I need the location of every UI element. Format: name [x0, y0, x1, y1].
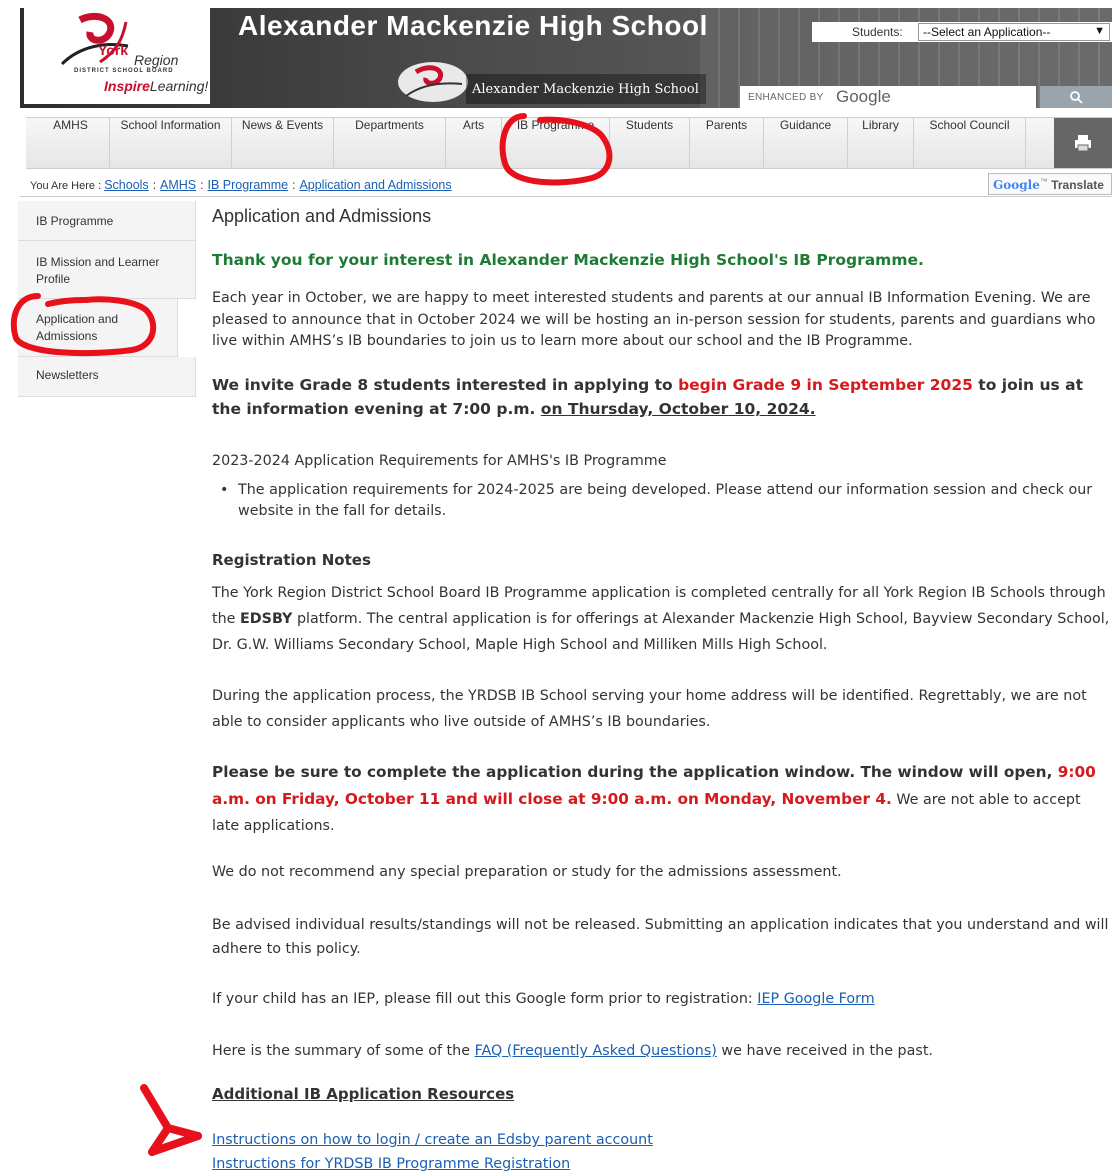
faq-text-a: Here is the summary of some of the: [212, 1043, 475, 1059]
breadcrumb-inner: You Are Here : Schools: AMHS: IB Programme…: [30, 178, 452, 192]
iep-google-form-link[interactable]: IEP Google Form: [757, 991, 874, 1007]
students-select-value: --Select an Application--: [923, 25, 1051, 39]
breadcrumb-sep: :: [200, 178, 204, 192]
invite-red-text: begin Grade 9 in September 2025: [678, 376, 973, 394]
main-nav: AMHS School Information News & Events De…: [26, 117, 1112, 169]
logo-inspire-rest: Learning!: [149, 78, 209, 94]
breadcrumb-prefix: You Are Here :: [30, 180, 102, 192]
print-button[interactable]: [1054, 118, 1112, 168]
nav-news-events[interactable]: News & Events: [232, 118, 334, 168]
students-label: Students:: [852, 25, 903, 39]
edsby-login-instructions-link[interactable]: Instructions on how to login / create an…: [212, 1132, 653, 1148]
nav-amhs[interactable]: AMHS: [32, 118, 110, 168]
site-header: York Region DISTRICT SCHOOL BOARD Inspir…: [0, 0, 1112, 108]
invite-text-a: We invite Grade 8 students interested in…: [212, 376, 679, 394]
breadcrumb-sep: :: [292, 178, 296, 192]
header-left-gap: [0, 0, 20, 108]
sidebar-item-ib-mission[interactable]: IB Mission and Learner Profile: [18, 241, 196, 299]
google-translate-button[interactable]: Google™ Translate: [988, 173, 1112, 195]
nav-students[interactable]: Students: [610, 118, 690, 168]
logo-district-text: DISTRICT SCHOOL BOARD: [74, 68, 174, 74]
printer-icon: [1075, 135, 1091, 152]
nav-departments[interactable]: Departments: [334, 118, 446, 168]
nav-ib-programme[interactable]: IB Programme: [502, 118, 610, 168]
no-prep-paragraph: We do not recommend any special preparat…: [212, 864, 842, 880]
resources-links: Instructions on how to login / create an…: [212, 1128, 1112, 1176]
nav-parents[interactable]: Parents: [690, 118, 764, 168]
requirements-title: 2023-2024 Application Requirements for A…: [212, 453, 667, 469]
breadcrumb-ib-programme[interactable]: IB Programme: [208, 178, 289, 192]
school-crest-swoosh-icon: [405, 65, 463, 97]
site-title[interactable]: Alexander Mackenzie High School: [238, 10, 708, 42]
registration-paragraph: The York Region District School Board IB…: [212, 580, 1112, 658]
registration-notes-heading: Registration Notes: [212, 551, 371, 569]
chevron-down-icon: ▼: [1094, 25, 1105, 37]
sidebar-item-newsletters[interactable]: Newsletters: [18, 357, 196, 397]
advised-paragraph: Be advised individual results/standings …: [212, 917, 1109, 957]
window-paragraph: Please be sure to complete the applicati…: [212, 759, 1112, 839]
iep-paragraph: If your child has an IEP, please fill ou…: [212, 989, 1112, 1011]
breadcrumb-sep: :: [152, 178, 157, 192]
ib-registration-instructions-link[interactable]: Instructions for YRDSB IB Programme Regi…: [212, 1156, 570, 1172]
search-icon: [1070, 91, 1083, 104]
sidebar: IB Programme IB Mission and Learner Prof…: [18, 201, 196, 397]
nav-arts[interactable]: Arts: [446, 118, 502, 168]
logo-inspire-text: InspireLearning!: [104, 78, 208, 94]
breadcrumb-application-admissions[interactable]: Application and Admissions: [299, 178, 451, 192]
window-text-a: Please be sure to complete the applicati…: [212, 763, 1058, 781]
students-application-select[interactable]: --Select an Application-- ▼: [918, 23, 1110, 41]
nav-library[interactable]: Library: [848, 118, 914, 168]
resources-heading: Additional IB Application Resources: [212, 1085, 515, 1103]
annotation-arrow-icon: [140, 1084, 202, 1156]
search-enhanced-by: ENHANCED BY: [748, 92, 824, 103]
thanks-heading: Thank you for your interest in Alexander…: [212, 251, 924, 269]
sub-title: Alexander Mackenzie High School: [472, 82, 699, 97]
breadcrumb-amhs[interactable]: AMHS: [160, 178, 196, 192]
process-paragraph: During the application process, the YRDS…: [212, 688, 1087, 730]
breadcrumb: You Are Here : Schools: AMHS: IB Programme…: [20, 174, 1112, 197]
iep-text: If your child has an IEP, please fill ou…: [212, 991, 758, 1007]
breadcrumb-schools[interactable]: Schools: [104, 178, 148, 192]
translate-google: Google: [993, 178, 1040, 192]
nav-school-information[interactable]: School Information: [110, 118, 232, 168]
nav-guidance[interactable]: Guidance: [764, 118, 848, 168]
faq-paragraph: Here is the summary of some of the FAQ (…: [212, 1041, 1112, 1063]
requirements-bullet: The application requirements for 2024-20…: [220, 480, 1112, 522]
intro-paragraph: Each year in October, we are happy to me…: [212, 290, 1096, 349]
logo-inspire-bold: Inspire: [104, 78, 150, 94]
search-button[interactable]: [1040, 86, 1112, 108]
edsby-bold: EDSBY: [240, 611, 293, 627]
logo-region-text: Region: [134, 52, 179, 68]
faq-link[interactable]: FAQ (Frequently Asked Questions): [475, 1043, 717, 1059]
invite-date-underlined: on Thursday, October 10, 2024.: [540, 400, 816, 418]
registration-text-b: platform. The central application is for…: [212, 611, 1110, 653]
school-crest-icon: [398, 62, 468, 102]
page-title: Application and Admissions: [212, 206, 432, 226]
invite-paragraph: We invite Grade 8 students interested in…: [212, 373, 1112, 421]
sidebar-item-application-admissions[interactable]: Application and Admissions: [18, 299, 178, 357]
logo-york-text: York: [98, 42, 129, 58]
translate-label: Translate: [1051, 178, 1104, 192]
main-content: Application and Admissions Thank you for…: [212, 206, 1112, 1172]
search-google-label: Google: [836, 87, 891, 106]
translate-tm: ™: [1039, 177, 1048, 186]
sidebar-item-ib-programme[interactable]: IB Programme: [18, 201, 196, 241]
faq-text-b: we have received in the past.: [716, 1043, 933, 1059]
nav-school-council[interactable]: School Council: [914, 118, 1026, 168]
